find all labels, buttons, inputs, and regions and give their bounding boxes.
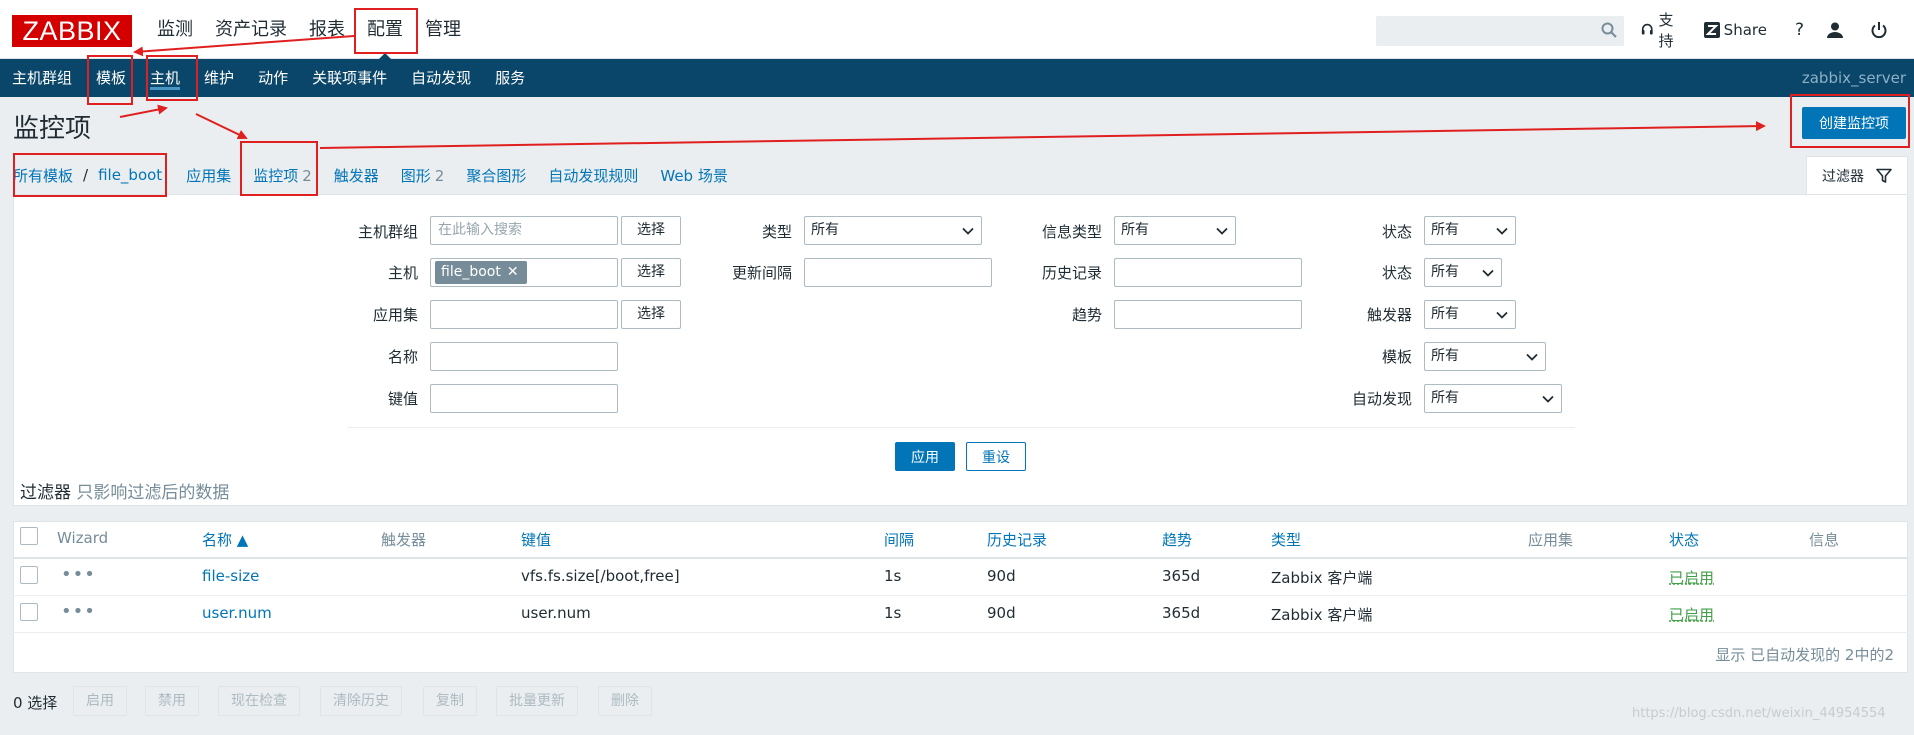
annotation-arrows: [119, 35, 1766, 149]
arrow-config-to-templates: [133, 35, 355, 57]
arrow-hosts-to-items: [195, 113, 248, 140]
arrow-items-to-create: [319, 121, 1766, 149]
arrow-templates-to-hosts: [119, 104, 168, 118]
